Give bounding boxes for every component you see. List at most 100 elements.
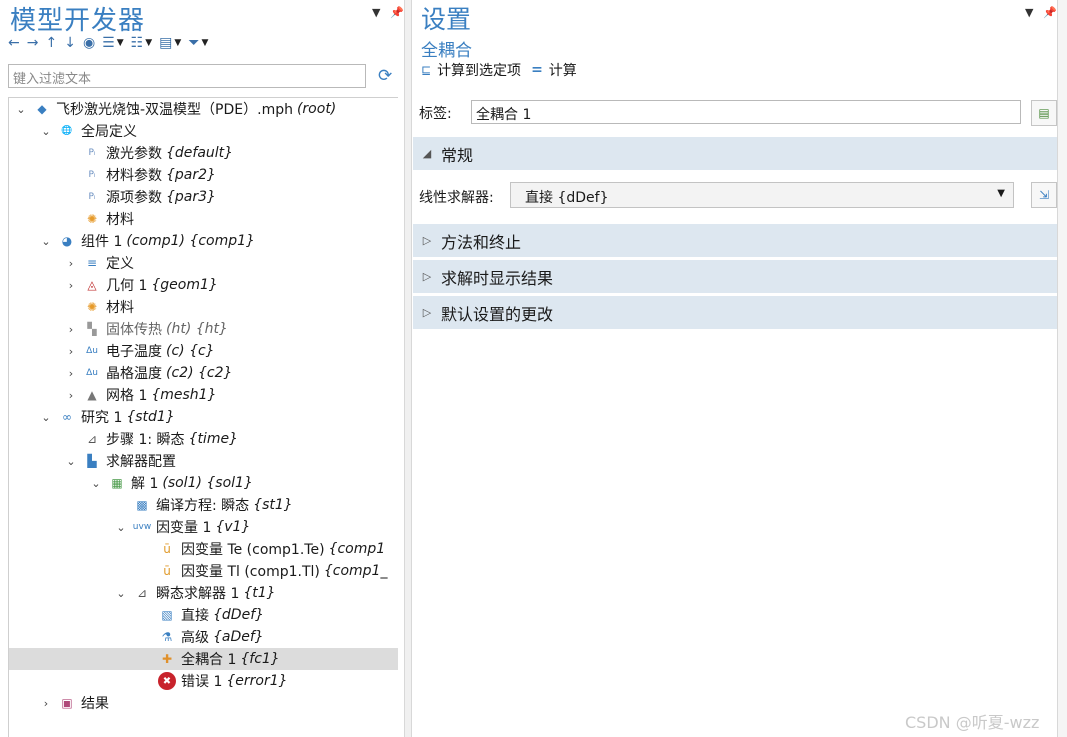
tree-node[interactable]: Pᵢ 材料参数 {par2} [9, 164, 398, 186]
chevron-down-icon[interactable]: ⌄ [40, 125, 52, 138]
tree-node[interactable]: ⌄ 🌐 全局定义 [9, 120, 398, 142]
chevron-right-icon[interactable]: › [65, 257, 77, 270]
tree-node[interactable]: ✚ 全耦合 1 {fc1} [9, 648, 398, 670]
filter-input[interactable]: 键入过滤文本 [8, 64, 366, 88]
note-icon: ▤ [1038, 106, 1050, 120]
right-scroll-edge [1057, 0, 1067, 737]
tree-node-label: 材料参数 [106, 168, 162, 184]
settings-menu-icon[interactable]: ▼ [1025, 6, 1033, 19]
section-defaults[interactable]: ▷ 默认设置的更改 [413, 296, 1057, 329]
tree-node[interactable]: ⌄ ∞ 研究 1 {std1} [9, 406, 398, 428]
tree-node-tag: {st1} [253, 497, 293, 513]
section-method[interactable]: ▷ 方法和终止 [413, 224, 1057, 257]
chevron-down-icon[interactable]: ⌄ [65, 455, 77, 468]
tree-node-tag: {comp1_ [323, 563, 388, 579]
field-icon: ū [163, 542, 171, 556]
filter-icon[interactable]: ⏷ ▼ [188, 34, 208, 52]
settings-pin-icon[interactable]: 📌 [1043, 6, 1057, 19]
chevron-down-icon[interactable]: ⌄ [90, 477, 102, 490]
direct-solver-icon: ▧ [161, 608, 173, 622]
refresh-icon[interactable]: ⟳ [378, 66, 392, 86]
move-up-icon[interactable]: ↑ [45, 34, 57, 52]
solution-icon: ▦ [111, 476, 123, 490]
settings-actions: ⊑ 计算到选定项 = 计算 [421, 60, 577, 80]
linear-solver-select[interactable]: 直接 {dDef} ▼ [510, 182, 1014, 208]
chevron-right-icon[interactable]: › [65, 345, 77, 358]
chevron-right-icon[interactable]: › [40, 697, 52, 710]
field-icon: ū [163, 564, 171, 578]
tree-node[interactable]: ⊿ 步骤 1: 瞬态 {time} [9, 428, 398, 450]
fully-coupled-icon: ✚ [161, 652, 173, 666]
results-icon: ▣ [61, 696, 73, 710]
section-general-label: 常规 [441, 145, 474, 165]
tree-node[interactable]: ▧ 直接 {dDef} [9, 604, 398, 626]
label-note-button[interactable]: ▤ [1031, 100, 1057, 126]
back-arrow-icon[interactable]: ← [8, 34, 20, 52]
tree-node[interactable]: › Δu 电子温度 (c) {c} [9, 340, 398, 362]
tree-node-label: 固体传热 [106, 322, 162, 338]
chevron-right-icon[interactable]: › [65, 323, 77, 336]
tree-node-label: 步骤 1: 瞬态 [106, 432, 185, 448]
model-tree: ⌄ ◆ 飞秒激光烧蚀-双温模型（PDE）.mph (root) ⌄ 🌐 全局定义 Pᵢ 激光参数… [8, 97, 398, 737]
tree-node[interactable]: › Δu 晶格温度 (c2) {c2} [9, 362, 398, 384]
chevron-right-icon[interactable]: › [65, 389, 77, 402]
goto-solver-button[interactable]: ⇲ [1031, 182, 1057, 208]
tree-node[interactable]: › ≡ 定义 [9, 252, 398, 274]
expand-icon[interactable]: ☰ ▼ [102, 34, 123, 52]
tree-node-tag: (ht) {ht} [166, 321, 228, 337]
pde-icon: Δu [86, 346, 98, 356]
tree-node[interactable]: ⌄ ⊿ 瞬态求解器 1 {t1} [9, 582, 398, 604]
eye-icon[interactable]: ◉ [83, 34, 95, 52]
move-down-icon[interactable]: ↓ [64, 34, 76, 52]
tree-node[interactable]: ▩ 编译方程: 瞬态 {st1} [9, 494, 398, 516]
tree-node[interactable]: ✺ 材料 [9, 208, 398, 230]
tree-node[interactable]: ⌄ uvw 因变量 1 {v1} [9, 516, 398, 538]
watermark: CSDN @听夏-wzz [905, 713, 1040, 732]
pane-splitter[interactable] [404, 0, 412, 737]
pin-icon[interactable]: 📌 [390, 6, 404, 19]
tree-node-label: 定义 [106, 256, 134, 272]
chevron-down-icon[interactable]: ⌄ [40, 235, 52, 248]
tree-node[interactable]: › ▚ 固体传热 (ht) {ht} [9, 318, 398, 340]
label-input[interactable]: 全耦合 1 [471, 100, 1021, 124]
tree-node[interactable]: ⌄ ▙ 求解器配置 [9, 450, 398, 472]
expand-arrow-icon: ▷ [422, 306, 432, 319]
tree-node[interactable]: › ▲ 网格 1 {mesh1} [9, 384, 398, 406]
show-icon[interactable]: ▤ ▼ [159, 34, 181, 52]
tree-node-label: 全局定义 [81, 124, 137, 140]
collapse-icon[interactable]: ☷ ▼ [131, 34, 152, 52]
compute-selected-button[interactable]: ⊑ 计算到选定项 [421, 60, 521, 80]
chevron-down-icon[interactable]: ⌄ [40, 411, 52, 424]
tree-node[interactable]: ⌄ ◕ 组件 1 (comp1) {comp1} [9, 230, 398, 252]
chevron-right-icon[interactable]: › [65, 367, 77, 380]
tree-node[interactable]: ⌄ ◆ 飞秒激光烧蚀-双温模型（PDE）.mph (root) [9, 98, 398, 120]
section-general[interactable]: ◢ 常规 [413, 137, 1057, 170]
tree-node[interactable]: ⚗ 高级 {aDef} [9, 626, 398, 648]
settings-title: 设置 [421, 5, 472, 34]
section-results[interactable]: ▷ 求解时显示结果 [413, 260, 1057, 293]
compute-selected-icon: ⊑ [421, 63, 432, 77]
tree-node-label: 几何 1 [106, 278, 148, 294]
geometry-icon: ◬ [87, 278, 97, 292]
forward-arrow-icon[interactable]: → [27, 34, 39, 52]
tree-node[interactable]: › ◬ 几何 1 {geom1} [9, 274, 398, 296]
chevron-down-icon[interactable]: ⌄ [15, 103, 27, 116]
tree-node[interactable]: ū 因变量 Tl (comp1.Tl) {comp1_ [9, 560, 398, 582]
tree-node[interactable]: Pᵢ 激光参数 {default} [9, 142, 398, 164]
tree-node[interactable]: ⌄ ▦ 解 1 (sol1) {sol1} [9, 472, 398, 494]
tree-node[interactable]: ✺ 材料 [9, 296, 398, 318]
tree-node-tag: {t1} [243, 585, 276, 601]
tree-node[interactable]: ✖ 错误 1 {error1} [9, 670, 398, 692]
tree-node-label: 错误 1 [181, 674, 223, 690]
settings-pane: 设置 ▼ 📌 全耦合 ⊑ 计算到选定项 = 计算 标签: 全耦合 1 ▤ ◢ 常… [413, 0, 1057, 737]
chevron-down-icon[interactable]: ⌄ [115, 521, 127, 534]
chevron-right-icon[interactable]: › [65, 279, 77, 292]
chevron-down-icon[interactable]: ⌄ [115, 587, 127, 600]
tree-node-label: 因变量 Tl (comp1.Tl) [181, 564, 320, 580]
tree-node[interactable]: Pᵢ 源项参数 {par3} [9, 186, 398, 208]
pane-menu-icon[interactable]: ▼ [372, 6, 380, 19]
tree-node[interactable]: ū 因变量 Te (comp1.Te) {comp1 [9, 538, 398, 560]
compute-button[interactable]: = 计算 [531, 60, 577, 80]
tree-node[interactable]: › ▣ 结果 [9, 692, 398, 714]
label-value: 全耦合 1 [476, 107, 532, 123]
